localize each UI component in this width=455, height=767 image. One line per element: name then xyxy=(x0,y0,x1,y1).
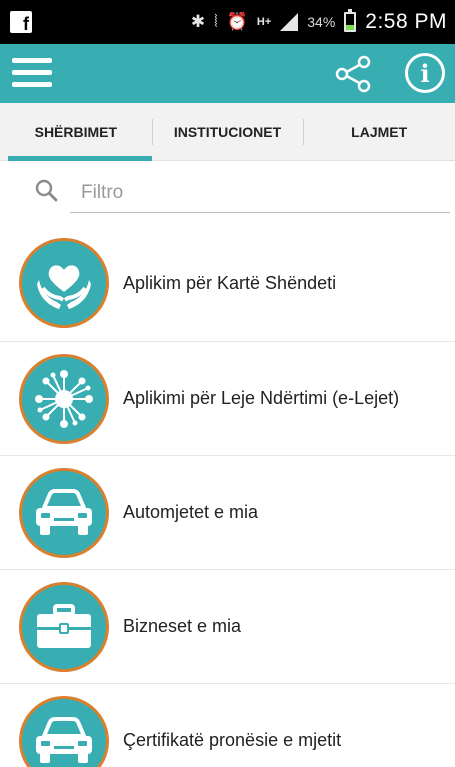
filter-bar xyxy=(0,161,455,225)
tab-institucionet[interactable]: INSTITUCIONET xyxy=(151,103,304,160)
status-icons: ✱ ⦚ ⏰ H+ 34% 2:58 PM xyxy=(190,9,447,34)
vibrate-mute-icon: ⦚ xyxy=(214,12,218,31)
car-icon xyxy=(19,695,109,767)
list-item-label: Aplikim për Kartë Shëndeti xyxy=(123,272,337,293)
tab-sherbimet[interactable]: SHËRBIMET xyxy=(0,103,152,161)
facebook-notification-icon: f xyxy=(10,11,32,33)
status-bar: f ✱ ⦚ ⏰ H+ 34% 2:58 PM xyxy=(0,0,455,44)
list-item-label: Aplikimi për Leje Ndërtimi (e-Lejet) xyxy=(123,388,400,408)
battery-percent: 34% xyxy=(307,14,336,30)
search-icon xyxy=(35,179,58,202)
filter-input[interactable] xyxy=(70,173,450,213)
list-item[interactable]: Bizneset e mia xyxy=(0,570,455,684)
signal-icon xyxy=(280,13,299,31)
briefcase-icon xyxy=(19,581,109,672)
tab-bar: SHËRBIMET INSTITUCIONET LAJMET xyxy=(0,103,455,161)
list-item-label: Çertifikatë pronësie e mjetit xyxy=(123,730,342,750)
list-item[interactable]: Automjetet e mia xyxy=(0,456,455,570)
share-icon[interactable] xyxy=(334,55,372,93)
clock: 2:58 PM xyxy=(365,10,447,33)
alarm-icon: ⏰ xyxy=(226,12,248,31)
car-icon xyxy=(19,467,109,558)
network-hub-icon xyxy=(19,353,109,444)
bluetooth-icon: ✱ xyxy=(190,12,206,31)
list-item-label: Automjetet e mia xyxy=(123,502,259,522)
menu-icon[interactable] xyxy=(12,53,52,93)
list-item[interactable]: Çertifikatë pronësie e mjetit xyxy=(0,684,455,767)
network-type: H+ xyxy=(256,16,272,28)
app-bar: i xyxy=(0,44,455,103)
tab-lajmet[interactable]: LAJMET xyxy=(303,103,455,160)
health-hands-heart-icon xyxy=(19,238,109,328)
info-icon[interactable]: i xyxy=(405,53,445,93)
service-list: Aplikim për Kartë Shëndeti Aplikimi për … xyxy=(0,225,455,767)
list-item[interactable]: Aplikimi për Leje Ndërtimi (e-Lejet) xyxy=(0,342,455,456)
list-item[interactable]: Aplikim për Kartë Shëndeti xyxy=(0,225,455,342)
list-item-label: Bizneset e mia xyxy=(123,616,242,636)
battery-icon xyxy=(344,9,357,32)
